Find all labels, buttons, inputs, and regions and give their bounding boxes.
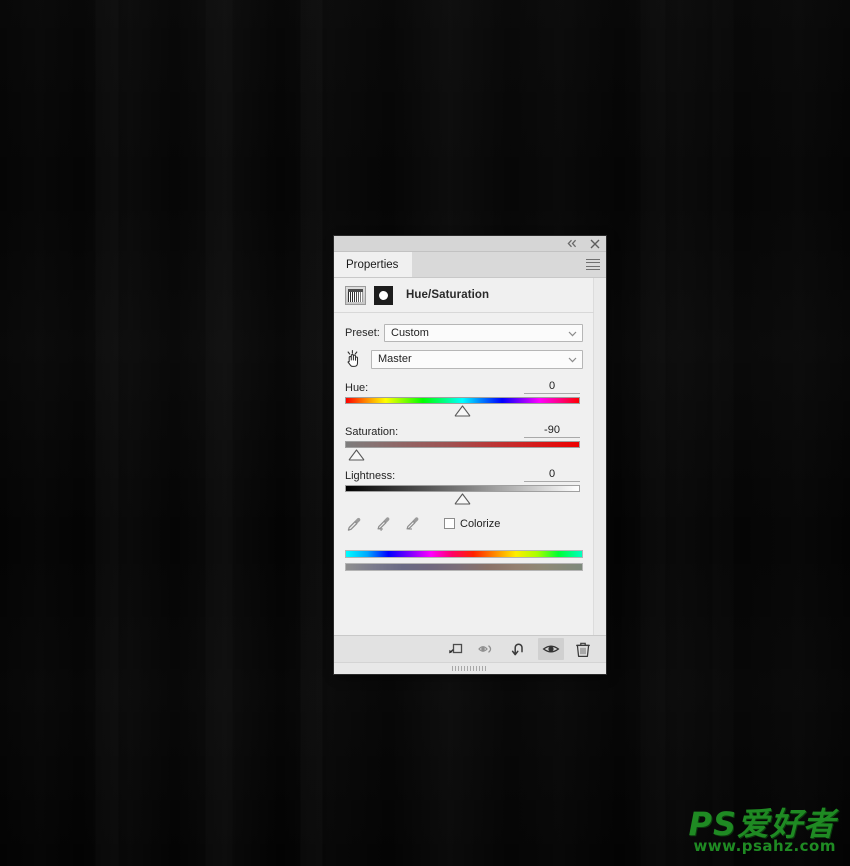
channel-select[interactable]: Master <box>371 349 583 369</box>
lightness-slider-block: Lightness: 0 <box>345 467 580 506</box>
reset-button[interactable] <box>506 638 532 660</box>
panel-menu-icon[interactable] <box>586 258 600 271</box>
layer-mask-icon[interactable] <box>374 285 393 305</box>
adjustment-title: Hue/Saturation <box>406 289 490 301</box>
hue-value-input[interactable]: 0 <box>524 380 580 394</box>
preset-select[interactable]: Custom <box>384 324 583 342</box>
spectrum-bars <box>345 550 583 571</box>
hue-slider-track[interactable] <box>345 397 580 404</box>
adjusted-hue-spectrum-bar <box>345 563 583 571</box>
site-watermark: PS爱好者 www.psahz.com <box>688 808 836 855</box>
close-panel-button[interactable] <box>588 238 601 250</box>
colorize-checkbox[interactable] <box>444 518 455 529</box>
subtract-from-sample-eyedropper[interactable] <box>403 515 420 532</box>
view-previous-state-button[interactable] <box>474 638 500 660</box>
lightness-value-input[interactable]: 0 <box>524 468 580 482</box>
saturation-slider-track[interactable] <box>345 441 580 448</box>
colorize-checkbox-row[interactable]: Colorize <box>444 518 500 530</box>
hue-slider-block: Hue: 0 <box>345 379 580 418</box>
watermark-url: www.psahz.com <box>693 836 836 855</box>
hue-spectrum-bar <box>345 550 583 558</box>
hue-label: Hue: <box>345 382 369 394</box>
preset-label: Preset: <box>345 327 380 339</box>
panel-titlebar <box>334 236 606 252</box>
slider-group: Hue: 0 Saturation: -90 Lightness: 0 <box>334 379 594 506</box>
saturation-slider-thumb[interactable] <box>348 449 365 461</box>
lightness-label: Lightness: <box>345 470 396 482</box>
lightness-slider-track[interactable] <box>345 485 580 492</box>
adjustment-header: Hue/Saturation <box>334 278 594 313</box>
panel-resize-grip-row <box>334 662 606 674</box>
panel-scrollbar[interactable] <box>593 278 606 635</box>
panel-footer-toolbar <box>334 635 606 662</box>
preset-row: Preset: Custom <box>334 324 594 342</box>
panel-tabstrip: Properties <box>334 252 606 278</box>
add-to-sample-eyedropper[interactable] <box>374 515 391 532</box>
panel-body: Hue/Saturation Preset: Custom Master Hue… <box>334 278 606 635</box>
eyedropper-row: Colorize <box>334 515 594 532</box>
tab-properties-label: Properties <box>346 258 399 271</box>
saturation-label: Saturation: <box>345 426 399 438</box>
saturation-slider-block: Saturation: -90 <box>345 423 580 462</box>
colorize-label: Colorize <box>460 517 501 530</box>
saturation-value-input[interactable]: -90 <box>524 424 580 438</box>
channel-value: Master <box>378 353 412 365</box>
tab-properties[interactable]: Properties <box>334 252 413 277</box>
hue-slider-thumb[interactable] <box>454 405 471 417</box>
watermark-brand: PS爱好者 <box>688 804 836 843</box>
panel-content: Hue/Saturation Preset: Custom Master Hue… <box>334 278 594 635</box>
properties-panel: Properties Hue/Saturation Preset: Custom… <box>334 236 606 674</box>
collapse-to-icons-button[interactable] <box>566 238 579 250</box>
on-image-adjustment-hand-icon[interactable] <box>342 348 364 370</box>
channel-row: Master <box>334 348 594 370</box>
lightness-slider-thumb[interactable] <box>454 493 471 505</box>
clip-to-layer-button[interactable] <box>442 638 468 660</box>
toggle-visibility-button[interactable] <box>538 638 564 660</box>
delete-layer-button[interactable] <box>570 638 596 660</box>
preset-value: Custom <box>391 327 429 339</box>
sample-color-eyedropper[interactable] <box>345 515 362 532</box>
panel-resize-grip[interactable] <box>452 666 488 671</box>
hue-saturation-adjustment-icon[interactable] <box>345 285 366 305</box>
